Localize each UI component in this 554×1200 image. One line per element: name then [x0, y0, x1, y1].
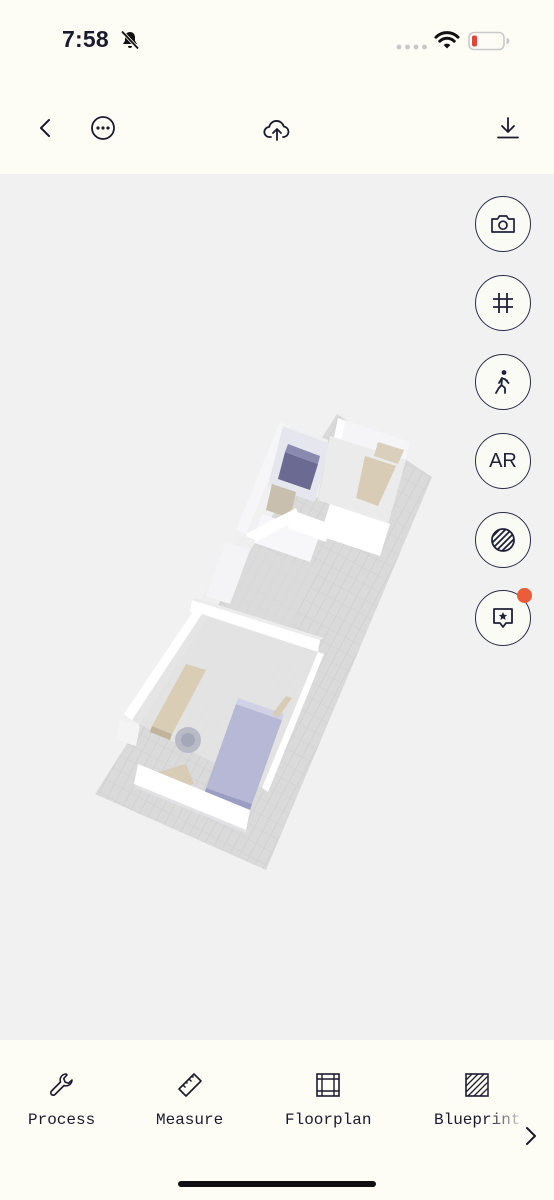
tab-label: Floorplan: [285, 1111, 372, 1129]
cellular-dots-icon: [396, 44, 427, 50]
download-button[interactable]: [486, 106, 530, 150]
walk-icon: [495, 370, 510, 394]
top-toolbar: [0, 80, 554, 174]
status-time: 7:58: [62, 26, 109, 52]
chevron-left-icon: [40, 119, 50, 137]
tab-process[interactable]: Process: [28, 1070, 95, 1150]
tab-floorplan[interactable]: Floorplan: [285, 1070, 371, 1150]
model-viewport[interactable]: AR: [0, 174, 554, 1040]
download-icon: [497, 117, 519, 139]
grid-icon: [493, 293, 513, 313]
walkthrough-button[interactable]: [475, 354, 531, 410]
bell-slash-icon: [120, 30, 140, 50]
tab-label: Measure: [156, 1111, 224, 1129]
texture-button[interactable]: [475, 512, 531, 568]
more-button[interactable]: [81, 106, 125, 150]
tab-label: Blueprint: [434, 1111, 521, 1129]
more-icon: [91, 116, 115, 140]
feedback-star-icon: [493, 608, 513, 628]
texture-icon: [491, 528, 515, 552]
wrench-icon: [49, 1073, 73, 1096]
home-indicator: [178, 1181, 376, 1187]
camera-icon: [491, 215, 515, 233]
battery-low-icon: [468, 31, 510, 51]
ruler-icon: [177, 1073, 202, 1097]
wifi-icon: [434, 31, 460, 49]
tab-label: Process: [28, 1111, 96, 1129]
room-3d-model[interactable]: [0, 174, 554, 1040]
tab-measure[interactable]: Measure: [156, 1070, 223, 1150]
chevron-right-icon[interactable]: [520, 1125, 542, 1147]
back-button[interactable]: [24, 106, 68, 150]
tab-blueprint[interactable]: Blueprint: [434, 1070, 520, 1150]
ar-label: AR: [489, 449, 517, 472]
notification-badge: [517, 588, 532, 603]
grid-button[interactable]: [475, 275, 531, 331]
status-bar: 7:58: [0, 0, 554, 80]
camera-button[interactable]: [475, 196, 531, 252]
cloud-upload-icon: [263, 120, 290, 141]
feedback-button[interactable]: [475, 588, 532, 646]
upload-button[interactable]: [255, 108, 299, 152]
blueprint-icon: [465, 1073, 490, 1097]
ar-button[interactable]: AR: [475, 433, 531, 489]
bottom-tab-bar: Process Measure Floorplan Blueprint: [0, 1040, 554, 1200]
floorplan-icon: [316, 1073, 341, 1097]
